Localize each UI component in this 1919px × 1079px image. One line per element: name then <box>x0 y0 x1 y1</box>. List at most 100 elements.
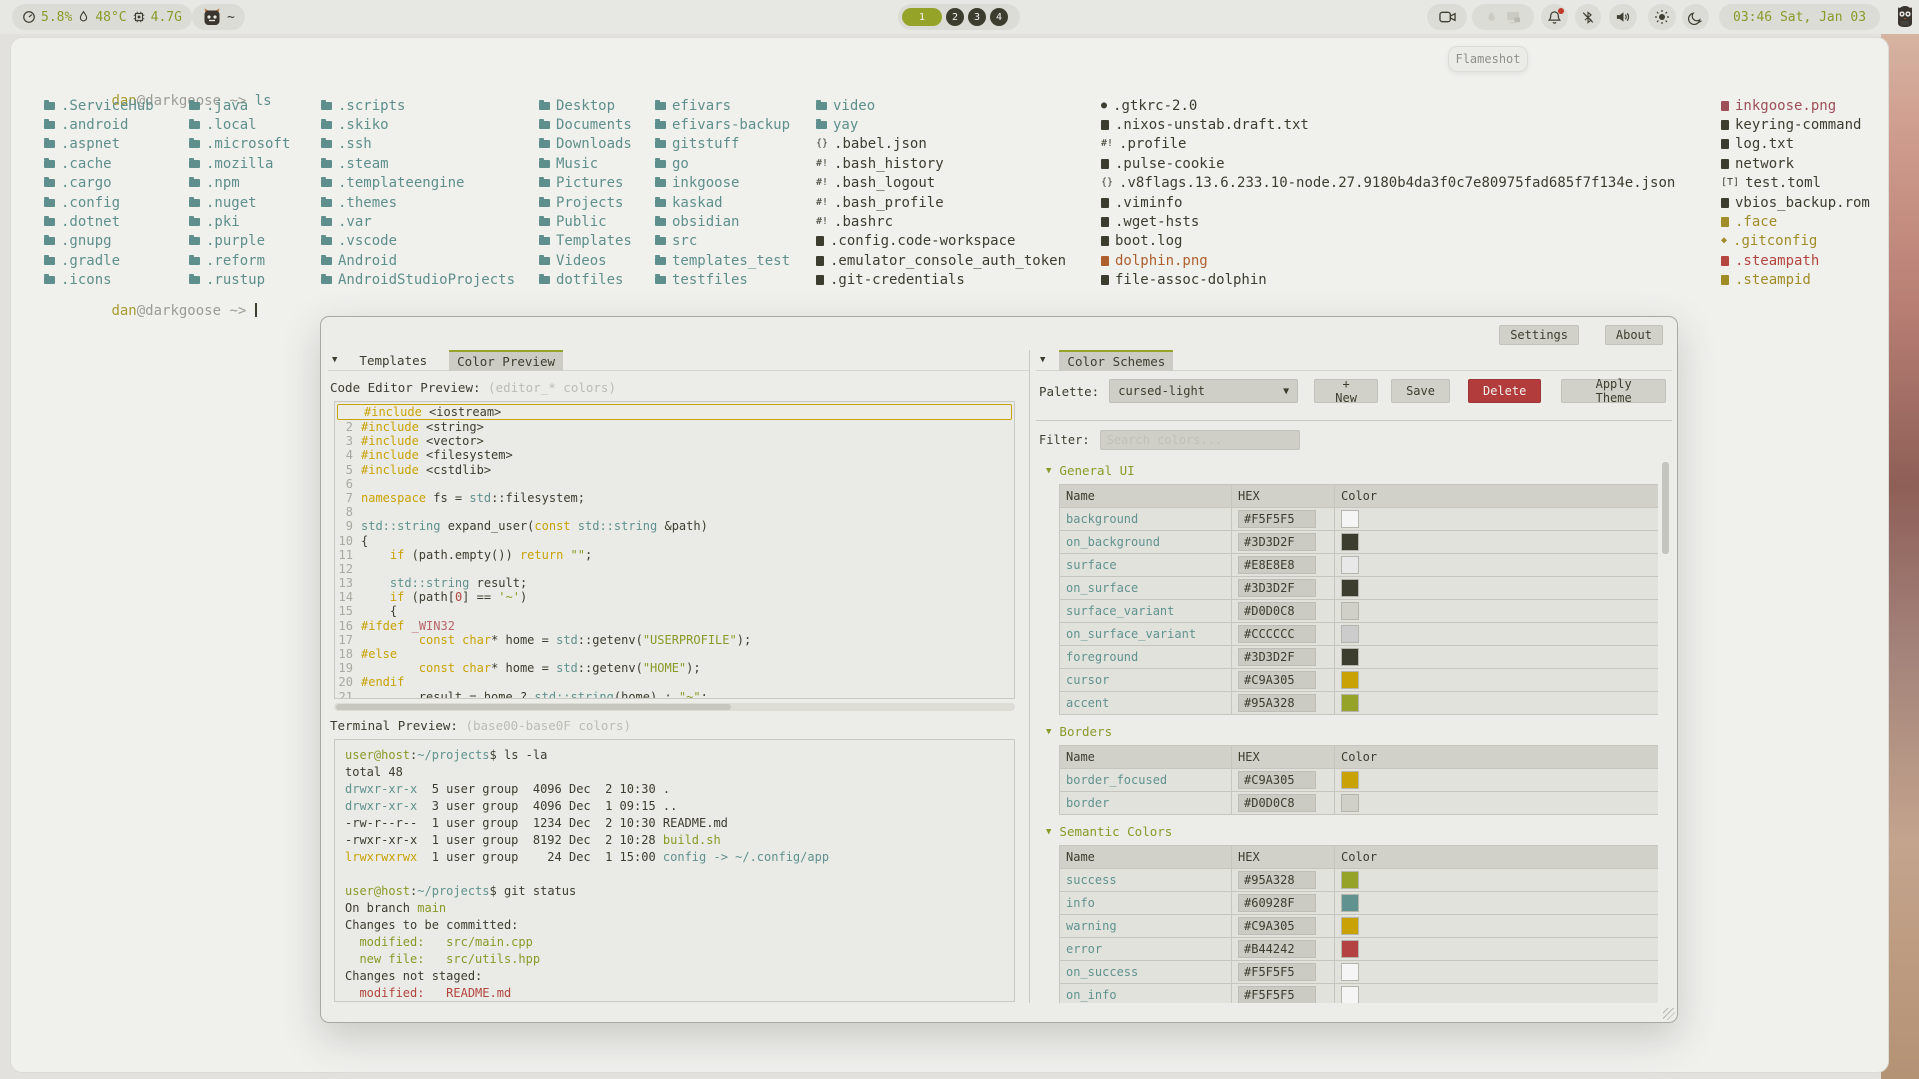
color-swatch[interactable] <box>1341 771 1359 789</box>
shell-prompt-current[interactable]: dan@darkgoose ~> <box>44 287 257 335</box>
column-header-color: Color <box>1335 746 1659 769</box>
sections-scrollbar[interactable] <box>1662 462 1669 554</box>
tab-templates[interactable]: Templates <box>351 351 435 370</box>
workspace-4[interactable]: 4 <box>990 8 1008 26</box>
file-name: dotfiles <box>556 272 623 288</box>
hex-input[interactable]: #C9A305 <box>1238 671 1316 689</box>
file-name: Public <box>556 214 607 230</box>
palette-dropdown[interactable]: cursed-light ▼ <box>1109 379 1298 403</box>
file-entry: .mozilla <box>189 154 290 173</box>
color-swatch[interactable] <box>1341 625 1359 643</box>
pane-menu-icon[interactable]: ▼ <box>332 355 337 365</box>
system-menu-button[interactable] <box>1894 5 1916 29</box>
file-name: .ssh <box>338 136 372 152</box>
screen-record-button[interactable] <box>1427 4 1467 30</box>
hex-input[interactable]: #E8E8E8 <box>1238 556 1316 574</box>
color-name: border_focused <box>1060 769 1232 792</box>
filter-input[interactable] <box>1100 430 1300 450</box>
folder-icon <box>655 237 666 245</box>
brightness-button[interactable] <box>1648 4 1676 30</box>
folder-icon <box>655 121 666 129</box>
color-swatch[interactable] <box>1341 940 1359 958</box>
file-entry: video <box>816 96 1066 115</box>
hex-input[interactable]: #F5F5F5 <box>1238 986 1316 1003</box>
terminal-app-icon <box>202 7 222 27</box>
pane-menu-icon[interactable]: ▼ <box>1040 355 1045 365</box>
focused-app-widget[interactable]: ~ <box>192 4 245 30</box>
volume-button[interactable] <box>1609 4 1637 30</box>
delete-button[interactable]: Delete <box>1468 379 1541 403</box>
file-entry: .emulator_console_auth_token <box>816 251 1066 270</box>
hex-input[interactable]: #F5F5F5 <box>1238 510 1316 528</box>
apply-theme-button[interactable]: Apply Theme <box>1561 379 1666 403</box>
code-text: #include <cstdlib> <box>361 463 491 477</box>
color-swatch[interactable] <box>1341 894 1359 912</box>
hex-input[interactable]: #B44242 <box>1238 940 1316 958</box>
file-name: .babel.json <box>834 136 927 152</box>
color-swatch[interactable] <box>1341 648 1359 666</box>
color-swatch[interactable] <box>1341 510 1359 528</box>
folder-icon <box>189 121 200 129</box>
folder-icon <box>539 102 550 110</box>
code-horizontal-scrollbar[interactable] <box>334 703 1015 711</box>
tray-inactive-group[interactable] <box>1472 4 1534 30</box>
folder-icon <box>539 160 550 168</box>
new-palette-button[interactable]: + New <box>1314 379 1378 403</box>
workspace-3[interactable]: 3 <box>968 8 986 26</box>
save-button[interactable]: Save <box>1391 379 1450 403</box>
notifications-button[interactable] <box>1541 4 1568 30</box>
file-entry: kaskad <box>655 193 790 212</box>
color-name: cursor <box>1060 669 1232 692</box>
hex-input[interactable]: #C9A305 <box>1238 917 1316 935</box>
color-swatch[interactable] <box>1341 579 1359 597</box>
color-swatch[interactable] <box>1341 871 1359 889</box>
settings-button[interactable]: Settings <box>1499 325 1579 345</box>
about-button[interactable]: About <box>1605 325 1663 345</box>
clock-widget[interactable]: 03:46 Sat, Jan 03 <box>1719 4 1880 30</box>
system-stats-widget[interactable]: 5.8% 48°C 4.7G <box>12 4 192 30</box>
tab-color-schemes[interactable]: Color Schemes <box>1059 350 1173 371</box>
workspace-1[interactable]: 1 <box>902 8 942 26</box>
color-swatch[interactable] <box>1341 533 1359 551</box>
section-header-semantic-colors[interactable]: ▼Semantic Colors <box>1046 824 1658 839</box>
code-line: 14 if (path[0] == '~') <box>335 590 1014 604</box>
hex-input[interactable]: #95A328 <box>1238 871 1316 889</box>
tab-color-preview[interactable]: Color Preview <box>449 350 563 371</box>
file-name: video <box>833 98 875 114</box>
resize-grip[interactable] <box>1663 1008 1675 1020</box>
file-name: src <box>672 233 697 249</box>
workspace-2[interactable]: 2 <box>946 8 964 26</box>
color-swatch[interactable] <box>1341 671 1359 689</box>
hex-input[interactable]: #3D3D2F <box>1238 533 1316 551</box>
file-name: .cache <box>61 156 112 172</box>
night-light-button[interactable] <box>1682 4 1709 30</box>
hex-input[interactable]: #D0D0C8 <box>1238 794 1316 812</box>
terminal-preview-line: modified: src/main.cpp <box>345 935 1004 952</box>
column-header-color: Color <box>1335 485 1659 508</box>
hex-input[interactable]: #60928F <box>1238 894 1316 912</box>
section-header-general-ui[interactable]: ▼General UI <box>1046 463 1658 478</box>
hex-input[interactable]: #CCCCCC <box>1238 625 1316 643</box>
section-header-borders[interactable]: ▼Borders <box>1046 724 1658 739</box>
bluetooth-button[interactable] <box>1575 4 1601 30</box>
hex-input[interactable]: #D0D0C8 <box>1238 602 1316 620</box>
color-swatch[interactable] <box>1341 986 1359 1003</box>
palette-label: Palette: <box>1039 384 1099 399</box>
color-swatch[interactable] <box>1341 602 1359 620</box>
file-name: .viminfo <box>1115 195 1182 211</box>
scrollbar-thumb[interactable] <box>336 704 731 710</box>
hex-input[interactable]: #3D3D2F <box>1238 579 1316 597</box>
color-swatch[interactable] <box>1341 794 1359 812</box>
column-header-hex: HEX <box>1232 746 1335 769</box>
hex-input[interactable]: #C9A305 <box>1238 771 1316 789</box>
folder-icon <box>44 140 55 148</box>
hex-input[interactable]: #3D3D2F <box>1238 648 1316 666</box>
file-name: keyring-command <box>1735 117 1861 133</box>
color-swatch[interactable] <box>1341 694 1359 712</box>
hex-input[interactable]: #95A328 <box>1238 694 1316 712</box>
color-swatch[interactable] <box>1341 556 1359 574</box>
file-entry: gitstuff <box>655 135 790 154</box>
color-swatch[interactable] <box>1341 963 1359 981</box>
color-swatch[interactable] <box>1341 917 1359 935</box>
hex-input[interactable]: #F5F5F5 <box>1238 963 1316 981</box>
